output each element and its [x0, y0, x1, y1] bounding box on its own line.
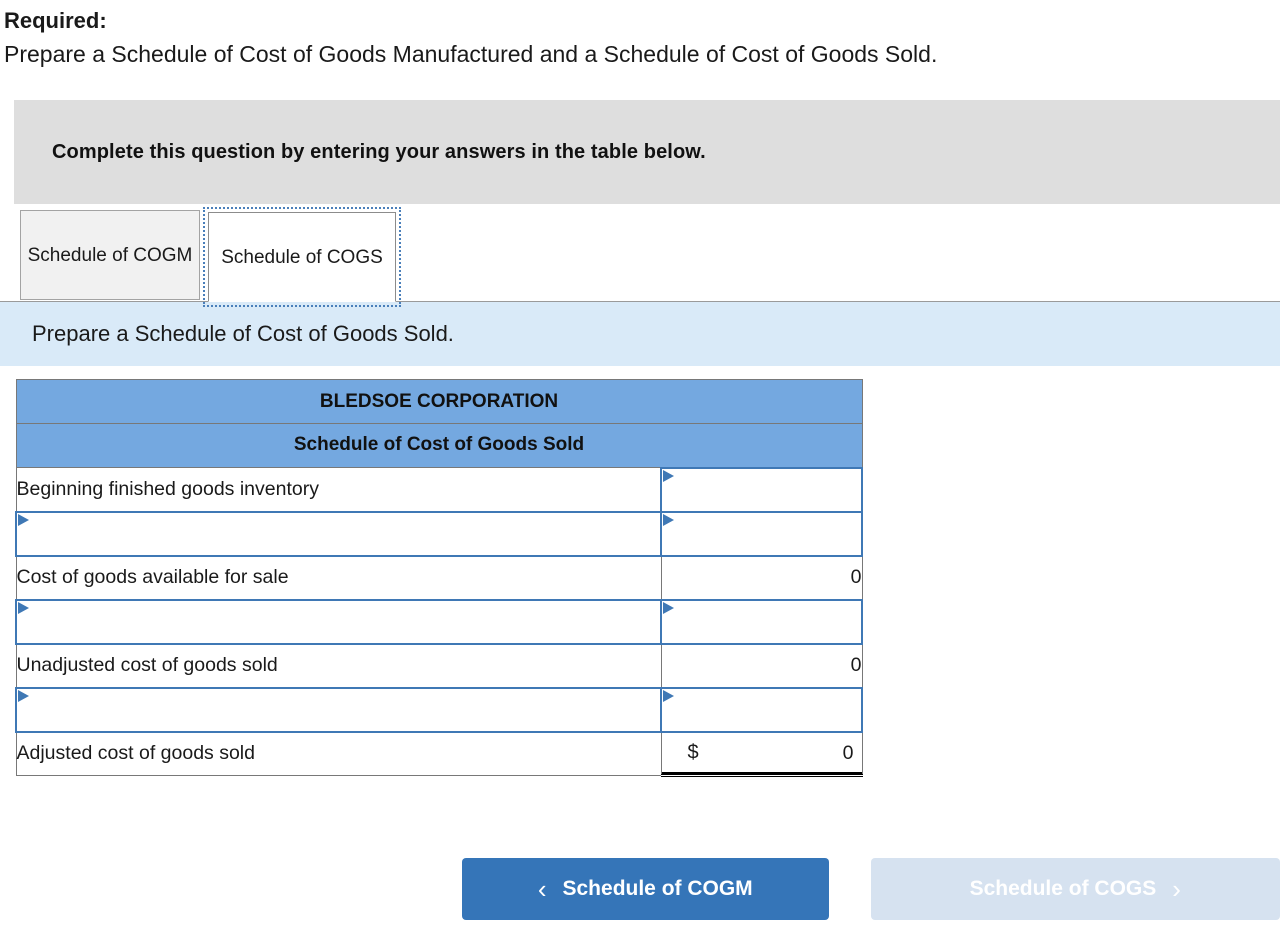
- dropdown-triangle-icon: [663, 601, 674, 614]
- schedule-of-cogs-table: BLEDSOE CORPORATION Schedule of Cost of …: [15, 379, 863, 777]
- table-header-title-row: Schedule of Cost of Goods Sold: [15, 423, 863, 468]
- row-value-input[interactable]: [660, 510, 863, 557]
- chevron-right-icon: ›: [1172, 874, 1181, 904]
- required-label: Required:: [4, 8, 107, 33]
- dropdown-triangle-icon: [663, 469, 674, 482]
- footer-nav: ‹ Schedule of COGM Schedule of COGS ›: [0, 858, 1280, 926]
- table-row: [15, 510, 863, 557]
- table-row: Adjusted cost of goods sold $ 0: [15, 730, 863, 777]
- tab-schedule-of-cogm[interactable]: Schedule of COGM: [20, 210, 200, 300]
- dropdown-triangle-icon: [18, 513, 29, 526]
- table-row: [15, 598, 863, 645]
- row-value-input[interactable]: [660, 598, 863, 645]
- next-schedule-of-cogs-button[interactable]: Schedule of COGS ›: [870, 858, 1280, 920]
- row-label-select[interactable]: [15, 510, 662, 557]
- dropdown-triangle-icon: [18, 689, 29, 702]
- required-text: Prepare a Schedule of Cost of Goods Manu…: [4, 41, 938, 67]
- instruction-bar: Prepare a Schedule of Cost of Goods Sold…: [0, 302, 1280, 366]
- table-row: Cost of goods available for sale 0: [15, 554, 863, 600]
- chevron-left-icon: ‹: [537, 874, 547, 904]
- prev-schedule-of-cogm-button[interactable]: ‹ Schedule of COGM: [462, 858, 829, 920]
- row-label: Adjusted cost of goods sold: [15, 731, 662, 776]
- row-label: Cost of goods available for sale: [15, 555, 662, 600]
- row-label-select[interactable]: [15, 598, 662, 645]
- dropdown-triangle-icon: [663, 513, 674, 526]
- table-row: Beginning finished goods inventory: [15, 466, 863, 513]
- dropdown-triangle-icon: [663, 689, 674, 702]
- row-value-grand-total: $ 0: [660, 730, 863, 777]
- row-value-input[interactable]: [660, 466, 863, 513]
- row-label: Beginning finished goods inventory: [15, 467, 662, 512]
- row-value-total: 0: [660, 554, 863, 600]
- tab-schedule-of-cogs-focus-ring: Schedule of COGS: [203, 207, 401, 307]
- instruction-text: Prepare a Schedule of Cost of Goods Sold…: [32, 321, 454, 346]
- tab-strip: Schedule of COGM Schedule of COGS: [0, 207, 1280, 307]
- table-header-company-row: BLEDSOE CORPORATION: [15, 379, 863, 424]
- row-label-select[interactable]: [15, 686, 662, 733]
- table-row: [15, 686, 863, 733]
- complete-question-banner: Complete this question by entering your …: [14, 100, 1280, 204]
- dropdown-triangle-icon: [18, 601, 29, 614]
- row-label: Unadjusted cost of goods sold: [15, 643, 662, 688]
- row-value-total: 0: [660, 642, 863, 688]
- currency-symbol: $: [687, 741, 699, 764]
- row-value-input[interactable]: [660, 686, 863, 733]
- required-section: Required: Prepare a Schedule of Cost of …: [0, 0, 1280, 70]
- schedule-title-header: Schedule of Cost of Goods Sold: [15, 423, 863, 468]
- prev-button-label: Schedule of COGM: [562, 877, 753, 900]
- table-row: Unadjusted cost of goods sold 0: [15, 642, 863, 688]
- company-name-header: BLEDSOE CORPORATION: [15, 379, 863, 424]
- next-button-label: Schedule of COGS: [969, 877, 1157, 900]
- complete-question-text: Complete this question by entering your …: [52, 140, 706, 163]
- tab-schedule-of-cogs[interactable]: Schedule of COGS: [208, 212, 396, 302]
